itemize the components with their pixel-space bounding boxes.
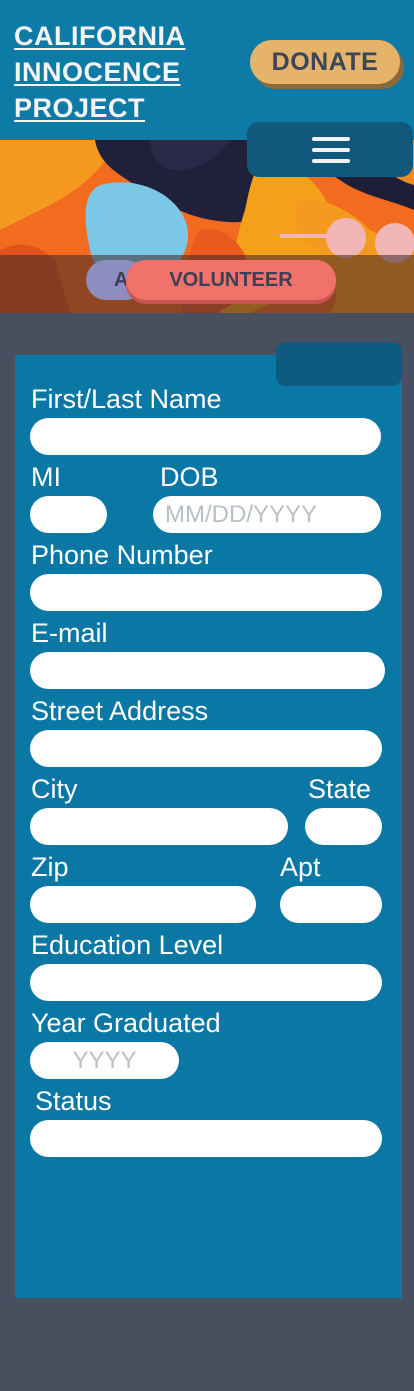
tab-volunteer[interactable]: VOLUNTEER [126,260,336,300]
logo-line-3: PROJECT [14,93,146,123]
mi-label: MI [31,462,61,492]
education-field[interactable] [30,964,382,1001]
site-logo-link[interactable]: CALIFORNIA INNOCENCE PROJECT [14,18,224,126]
year-label: Year Graduated [31,1008,221,1038]
street-label: Street Address [31,696,209,726]
year-field[interactable] [30,1042,179,1079]
zip-label: Zip [31,852,69,882]
dob-label: DOB [160,462,219,492]
state-label: State [308,774,372,804]
phone-label: Phone Number [31,540,213,570]
hamburger-menu-icon [312,137,350,163]
name-field[interactable] [30,418,381,455]
state-field[interactable] [305,808,382,845]
logo-line-2: INNOCENCE [14,57,181,87]
logo-line-1: CALIFORNIA [14,21,186,51]
city-label: City [31,774,78,804]
site-header: CALIFORNIA INNOCENCE PROJECT DONATE [0,0,414,140]
status-label: Status [35,1086,112,1116]
mi-field[interactable] [30,496,107,533]
apt-field[interactable] [280,886,382,923]
panel-tab [276,342,402,386]
donate-button[interactable]: DONATE [250,40,400,84]
name-label: First/Last Name [31,384,222,414]
volunteer-form: First/Last Name MI DOB Phone Number E-ma… [15,355,402,1298]
education-label: Education Level [31,930,224,960]
email-label: E-mail [31,618,108,648]
email-field[interactable] [30,652,385,689]
status-field[interactable] [30,1120,382,1157]
zip-field[interactable] [30,886,256,923]
phone-field[interactable] [30,574,382,611]
city-field[interactable] [30,808,288,845]
dob-field[interactable] [153,496,381,533]
menu-button[interactable] [247,122,413,177]
street-field[interactable] [30,730,382,767]
apt-label: Apt [280,852,321,882]
